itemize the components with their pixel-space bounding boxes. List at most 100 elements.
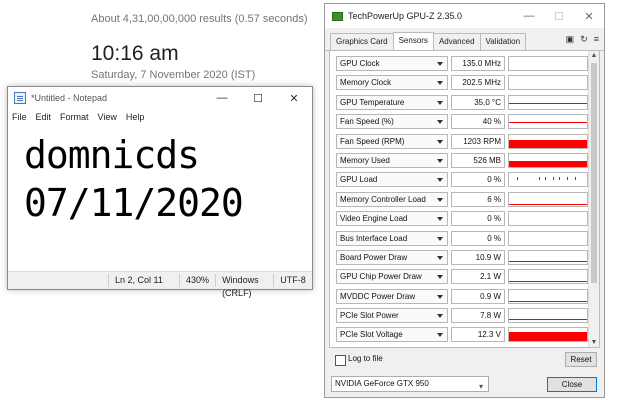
sensor-value: 202.5 MHz [451,75,505,91]
close-dialog-button[interactable]: Close [547,377,597,392]
gpuz-title: TechPowerUp GPU-Z 2.35.0 [348,11,463,21]
minimize-button[interactable]: — [204,87,240,109]
sensor-row: MVDDC Power Draw 0.9 W [333,287,588,306]
scroll-up-icon[interactable]: ▲ [589,52,599,59]
sensor-graph [508,152,588,168]
tab-graphics-card[interactable]: Graphics Card [330,33,394,50]
sensor-graph-line [509,300,587,302]
menu-format[interactable]: Format [60,112,89,122]
close-button[interactable]: ✕ [574,10,604,23]
sensor-graph-bar [509,139,587,148]
minimize-button[interactable]: — [514,10,544,22]
notepad-text-area[interactable]: domnicds 07/11/2020 [8,125,312,272]
sensor-label-dropdown[interactable]: Fan Speed (%) [336,114,448,130]
reset-button[interactable]: Reset [565,352,597,367]
sensor-label-dropdown[interactable]: Board Power Draw [336,249,448,265]
dropdown-arrow-icon [437,294,443,299]
date-answer: Saturday, 7 November 2020 (IST) [91,69,256,81]
tab-sensors[interactable]: Sensors [392,32,434,51]
sensor-label: Memory Controller Load [340,194,426,204]
sensor-graph [508,56,588,71]
sensor-label: MVDDC Power Draw [340,291,416,301]
sensor-label-dropdown[interactable]: GPU Clock [336,56,448,71]
tab-validation[interactable]: Validation [479,33,527,50]
sensor-graph-line [509,203,587,205]
sensor-graph [508,230,588,246]
chevron-down-icon: ▾ [478,382,483,391]
notepad-window: *Untitled - Notepad — ☐ ✕ File Edit Form… [7,86,313,298]
dropdown-arrow-icon [437,100,443,105]
status-zoom: 430% [179,274,215,287]
dropdown-arrow-icon [437,255,443,260]
sensor-value: 40 % [451,114,505,130]
sensor-label-dropdown[interactable]: MVDDC Power Draw [336,288,448,304]
sensor-row: Memory Clock 202.5 MHz [333,73,588,92]
sensor-label-dropdown[interactable]: GPU Load [336,172,448,188]
notepad-menubar: File Edit Format View Help [8,109,312,125]
sensor-graph-bar [509,332,587,342]
menu-help[interactable]: Help [126,112,145,122]
close-button[interactable]: ✕ [276,87,312,109]
sensor-label: Fan Speed (RPM) [340,136,405,146]
gpuz-tabbar: Graphics Card Sensors Advanced Validatio… [325,32,604,51]
sensor-value: 35.0 °C [451,94,505,110]
sensors-panel: GPU Clock 135.0 MHz Memory Clock 202.5 MHz G… [329,50,600,348]
sensor-label-dropdown[interactable]: Video Engine Load [336,211,448,227]
sensor-value: 6 % [451,191,505,207]
camera-icon[interactable]: ▣ [566,34,575,45]
sensor-graph-line [509,260,587,262]
sensor-label: Memory Clock [340,78,392,88]
maximize-button[interactable]: ☐ [240,87,276,109]
sensor-graph [508,75,588,91]
scroll-thumb[interactable] [591,63,597,283]
dropdown-arrow-icon [437,236,443,241]
gpu-select[interactable]: NVIDIA GeForce GTX 950 ▾ [331,376,489,392]
sensor-graph [508,308,588,324]
sensor-graph-spike [559,177,560,181]
sensor-label-dropdown[interactable]: GPU Chip Power Draw [336,269,448,285]
sensor-label-dropdown[interactable]: Memory Used [336,152,448,168]
sensor-label-dropdown[interactable]: PCIe Slot Power [336,308,448,324]
notepad-titlebar[interactable]: *Untitled - Notepad — ☐ ✕ [8,87,312,109]
gpuz-titlebar[interactable]: TechPowerUp GPU-Z 2.35.0 — ☐ ✕ [325,4,604,28]
sensor-list: GPU Clock 135.0 MHz Memory Clock 202.5 MHz G… [333,54,588,345]
sensor-label: PCIe Slot Power [340,311,399,321]
menu-edit[interactable]: Edit [36,112,52,122]
menu-icon[interactable]: ≡ [594,34,599,45]
time-answer: 10:16 am [91,42,179,65]
notepad-icon [14,92,26,104]
sensor-graph-spike [545,177,546,181]
sensor-label-dropdown[interactable]: Fan Speed (RPM) [336,133,448,149]
sensor-value: 135.0 MHz [451,56,505,71]
sensor-label-dropdown[interactable]: Memory Clock [336,75,448,91]
sensor-label-dropdown[interactable]: PCIe Slot Voltage [336,327,448,343]
tab-advanced[interactable]: Advanced [432,33,481,50]
dropdown-arrow-icon [437,333,443,338]
log-to-file-checkbox[interactable] [335,355,346,366]
notepad-statusbar: Ln 2, Col 11 430% Windows (CRLF) UTF-8 [8,271,312,298]
refresh-icon[interactable]: ↻ [580,34,588,45]
dropdown-arrow-icon [437,62,443,66]
sensor-value: 2.1 W [451,269,505,285]
sensor-graph-spike [539,177,540,181]
sensor-label: GPU Chip Power Draw [340,272,422,282]
sensor-row: PCIe Slot Voltage 12.3 V [333,325,588,344]
dropdown-arrow-icon [437,275,443,280]
sensor-graph [508,269,588,285]
sensor-label-dropdown[interactable]: GPU Temperature [336,94,448,110]
menu-view[interactable]: View [98,112,117,122]
sensor-row: Fan Speed (%) 40 % [333,112,588,131]
scroll-down-icon[interactable]: ▼ [589,339,599,346]
sensor-graph [508,211,588,227]
maximize-button[interactable]: ☐ [544,10,574,23]
status-line-ending: Windows (CRLF) [215,274,273,298]
sensors-scrollbar[interactable]: ▲ ▼ [588,51,599,347]
text-line-1: domnicds [24,133,200,177]
sensor-row: Memory Controller Load 6 % [333,190,588,209]
menu-file[interactable]: File [12,112,27,122]
sensor-graph [508,191,588,207]
sensor-label-dropdown[interactable]: Memory Controller Load [336,191,448,207]
sensor-graph-spike [567,177,568,181]
sensor-graph [508,94,588,110]
sensor-label-dropdown[interactable]: Bus Interface Load [336,230,448,246]
